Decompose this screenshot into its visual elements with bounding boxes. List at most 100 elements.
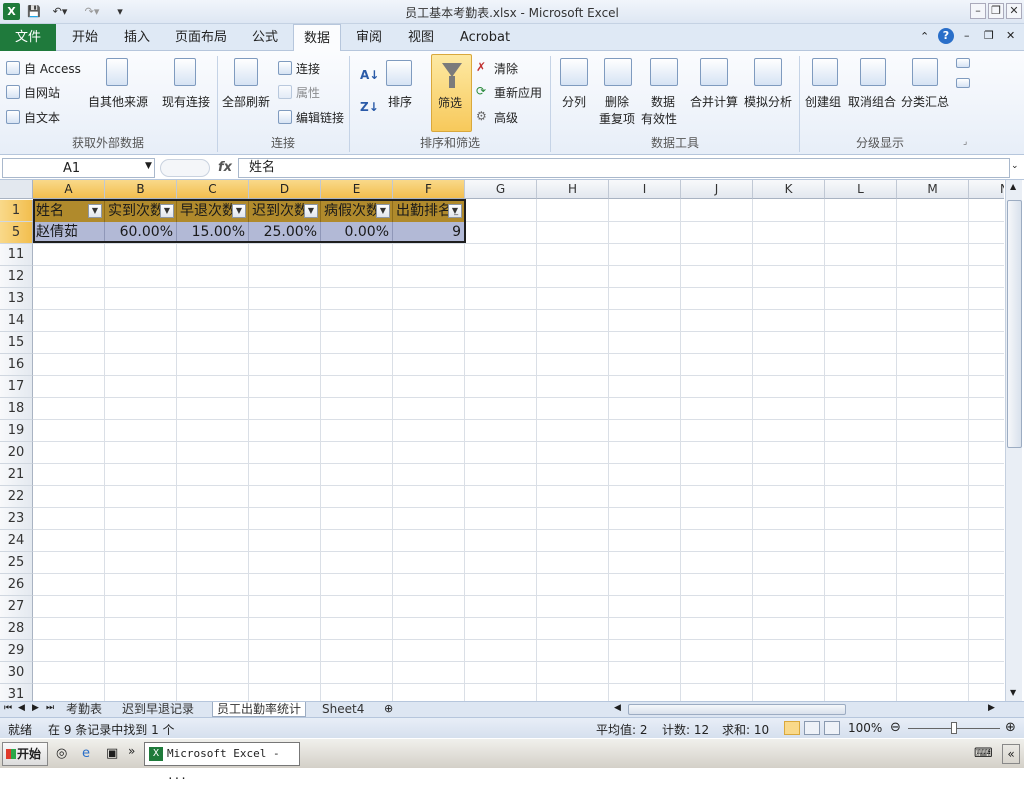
row-header-17[interactable]: 17 xyxy=(0,376,33,398)
tab-review[interactable]: 审阅 xyxy=(346,24,392,51)
filter-dropdown-icon[interactable]: ▼ xyxy=(160,204,174,218)
table-cell[interactable]: 15.00% xyxy=(177,222,249,242)
tab-view[interactable]: 视图 xyxy=(398,24,444,51)
ungroup-button[interactable]: 取消组合 xyxy=(848,56,898,124)
sheet-tab-sheet4[interactable]: Sheet4 xyxy=(318,702,368,717)
worksheet-grid[interactable]: ABCDEFGHIJKLMN 1511121314151617181920212… xyxy=(0,180,1004,701)
row-header-19[interactable]: 19 xyxy=(0,420,33,442)
sheet-tab-attendance-rate[interactable]: 员工出勤率统计 xyxy=(212,702,307,717)
tray-expand-icon[interactable]: « xyxy=(1002,744,1020,764)
column-header-i[interactable]: I xyxy=(609,180,681,199)
column-header-j[interactable]: J xyxy=(681,180,753,199)
sort-descending-icon[interactable]: Z↓ xyxy=(360,100,379,114)
select-all-corner[interactable] xyxy=(0,180,33,199)
column-header-g[interactable]: G xyxy=(465,180,537,199)
tab-file[interactable]: 文件 xyxy=(0,24,56,51)
text-to-columns-button[interactable]: 分列 xyxy=(558,56,590,124)
row-header-29[interactable]: 29 xyxy=(0,640,33,662)
quicklaunch-browser-icon[interactable]: ◎ xyxy=(56,746,67,761)
row-header-5[interactable]: 5 xyxy=(0,222,33,244)
quicklaunch-app-icon[interactable]: ▣ xyxy=(106,746,118,761)
page-layout-view-icon[interactable] xyxy=(804,721,820,735)
filter-dropdown-icon[interactable]: ▼ xyxy=(376,204,390,218)
filter-dropdown-icon[interactable]: ▼ xyxy=(88,204,102,218)
zoom-slider-thumb[interactable] xyxy=(951,722,957,734)
tab-acrobat[interactable]: Acrobat xyxy=(454,24,516,51)
keyboard-icon[interactable]: ⌨ xyxy=(974,746,993,761)
what-if-analysis-button[interactable]: 模拟分析 xyxy=(744,56,794,124)
zoom-out-icon[interactable]: ⊖ xyxy=(890,720,901,735)
dialog-launcher-icon[interactable]: ⌟ xyxy=(963,137,967,147)
chevron-down-icon[interactable]: ▼ xyxy=(145,161,152,171)
row-header-22[interactable]: 22 xyxy=(0,486,33,508)
sheet-tab-attendance[interactable]: 考勤表 xyxy=(62,702,106,717)
column-header-c[interactable]: C xyxy=(177,180,249,199)
quicklaunch-ie-icon[interactable]: e xyxy=(82,746,90,761)
doc-restore-icon[interactable]: ❐ xyxy=(984,29,994,42)
row-header-25[interactable]: 25 xyxy=(0,552,33,574)
row-header-31[interactable]: 31 xyxy=(0,684,33,701)
data-validation-button[interactable]: 数据 有效性 xyxy=(640,56,688,128)
table-cell[interactable]: 9 xyxy=(393,222,465,242)
row-header-12[interactable]: 12 xyxy=(0,266,33,288)
filter-button[interactable]: 筛选 xyxy=(431,54,472,132)
column-header-e[interactable]: E xyxy=(321,180,393,199)
column-header-f[interactable]: F xyxy=(393,180,465,199)
zoom-level[interactable]: 100% xyxy=(848,721,882,735)
row-header-21[interactable]: 21 xyxy=(0,464,33,486)
row-header-16[interactable]: 16 xyxy=(0,354,33,376)
row-header-11[interactable]: 11 xyxy=(0,244,33,266)
sort-button[interactable]: 排序 xyxy=(384,56,416,124)
sort-ascending-icon[interactable]: A↓ xyxy=(360,68,379,82)
show-hide-detail-icon[interactable] xyxy=(956,58,970,98)
insert-sheet-icon[interactable]: ⊕ xyxy=(384,702,393,715)
column-header-l[interactable]: L xyxy=(825,180,897,199)
last-sheet-icon[interactable]: ⏭ xyxy=(46,703,54,713)
minimize-ribbon-icon[interactable]: ⌃ xyxy=(920,30,929,43)
table-cell[interactable]: 赵倩茹 xyxy=(33,222,105,242)
row-header-23[interactable]: 23 xyxy=(0,508,33,530)
prev-sheet-icon[interactable]: ◀ xyxy=(18,703,25,713)
row-header-13[interactable]: 13 xyxy=(0,288,33,310)
existing-connections-button[interactable]: 现有连接 xyxy=(160,56,212,124)
column-header-h[interactable]: H xyxy=(537,180,609,199)
expand-formula-bar-icon[interactable]: ⌄ xyxy=(1011,161,1019,171)
remove-duplicates-button[interactable]: 删除 重复项 xyxy=(598,56,638,128)
column-header-k[interactable]: K xyxy=(753,180,825,199)
row-header-1[interactable]: 1 xyxy=(0,200,33,222)
horizontal-scroll-thumb[interactable] xyxy=(628,704,846,715)
restore-icon[interactable]: ❐ xyxy=(988,3,1004,19)
sheet-tab-late-early[interactable]: 迟到早退记录 xyxy=(118,702,198,717)
scroll-down-icon[interactable]: ▼ xyxy=(1010,688,1016,697)
consolidate-button[interactable]: 合并计算 xyxy=(690,56,740,124)
row-header-27[interactable]: 27 xyxy=(0,596,33,618)
table-cell[interactable]: 0.00% xyxy=(321,222,393,242)
page-break-view-icon[interactable] xyxy=(824,721,840,735)
minimize-icon[interactable]: – xyxy=(970,3,986,19)
scroll-up-icon[interactable]: ▲ xyxy=(1010,182,1016,191)
row-header-24[interactable]: 24 xyxy=(0,530,33,552)
tab-page-layout[interactable]: 页面布局 xyxy=(168,24,234,51)
tab-formulas[interactable]: 公式 xyxy=(242,24,288,51)
row-header-30[interactable]: 30 xyxy=(0,662,33,684)
from-other-sources-button[interactable]: 自其他来源 xyxy=(86,56,150,124)
scroll-left-icon[interactable]: ◀ xyxy=(614,703,621,713)
scroll-right-icon[interactable]: ▶ xyxy=(988,703,995,713)
row-header-18[interactable]: 18 xyxy=(0,398,33,420)
refresh-all-button[interactable]: 全部刷新 xyxy=(222,56,272,124)
table-cell[interactable]: 25.00% xyxy=(249,222,321,242)
next-sheet-icon[interactable]: ▶ xyxy=(32,703,39,713)
help-icon[interactable]: ? xyxy=(938,28,954,44)
column-header-n[interactable]: N xyxy=(969,180,1004,199)
row-header-26[interactable]: 26 xyxy=(0,574,33,596)
filter-dropdown-icon[interactable]: ▼ xyxy=(232,204,246,218)
quicklaunch-more-icon[interactable]: » xyxy=(128,744,135,758)
insert-function-icon[interactable]: fx xyxy=(218,160,232,175)
tab-home[interactable]: 开始 xyxy=(62,24,108,51)
column-header-b[interactable]: B xyxy=(105,180,177,199)
doc-minimize-icon[interactable]: – xyxy=(964,29,970,42)
first-sheet-icon[interactable]: ⏮ xyxy=(4,703,12,713)
name-box[interactable]: A1 ▼ xyxy=(2,158,155,178)
tab-data[interactable]: 数据 xyxy=(293,24,341,52)
vertical-scroll-thumb[interactable] xyxy=(1007,200,1022,448)
